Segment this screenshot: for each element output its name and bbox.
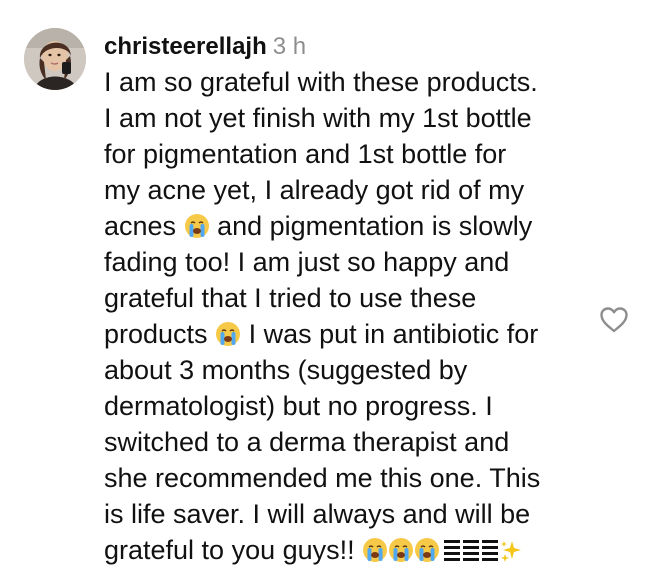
comment-line: my acne yet, I already got rid of my xyxy=(104,175,525,205)
comment-line: I am so grateful with these products. xyxy=(104,67,538,97)
comment-fragment: I was put in antibiotic for xyxy=(248,319,539,349)
comment-content: christeerellajh 3 h I am so grateful with… xyxy=(104,30,594,568)
comment-fragment: acnes xyxy=(104,211,177,241)
comment-fragment: products xyxy=(104,319,208,349)
loudly-crying-face-icon xyxy=(362,537,388,563)
comment-text: I am so grateful with these products. I … xyxy=(104,64,594,568)
timestamp: 3 h xyxy=(272,33,307,60)
comment-line: acnes and pigmentation is slowly xyxy=(104,208,594,244)
comment-line: for pigmentation and 1st bottle for xyxy=(104,139,507,169)
comment: christeerellajh 3 h I am so grateful with… xyxy=(0,0,664,588)
comment-line: dermatologist) but no progress. I xyxy=(104,391,493,421)
sparkles-icon xyxy=(500,536,522,562)
comment-line: switched to a derma therapist and xyxy=(104,427,510,457)
comment-line: grateful that I tried to use these xyxy=(104,283,477,313)
loudly-crying-face-icon xyxy=(388,537,414,563)
comment-line: is life saver. I will always and will be xyxy=(104,499,531,529)
comment-line: products I was put in antibiotic for xyxy=(104,316,594,352)
comment-line: fading too! I am just so happy and xyxy=(104,247,510,277)
loudly-crying-face-icon xyxy=(215,321,241,347)
username[interactable]: christeerellajh xyxy=(104,33,267,60)
loudly-crying-face-icon xyxy=(184,213,210,239)
comment-line: she recommended me this one. This xyxy=(104,463,541,493)
comment-fragment: grateful to you guys!! xyxy=(104,535,355,565)
heart-outline-icon[interactable] xyxy=(598,304,630,336)
comment-line: I am not yet finish with my 1st bottle xyxy=(104,103,532,133)
comment-line: grateful to you guys!! xyxy=(104,532,594,568)
comment-header: christeerellajh 3 h xyxy=(104,30,594,64)
avatar[interactable] xyxy=(24,28,86,90)
comment-line: about 3 months (suggested by xyxy=(104,355,468,385)
comment-fragment: and pigmentation is slowly xyxy=(217,211,533,241)
black-bars-icon xyxy=(444,536,499,561)
loudly-crying-face-icon xyxy=(414,537,440,563)
